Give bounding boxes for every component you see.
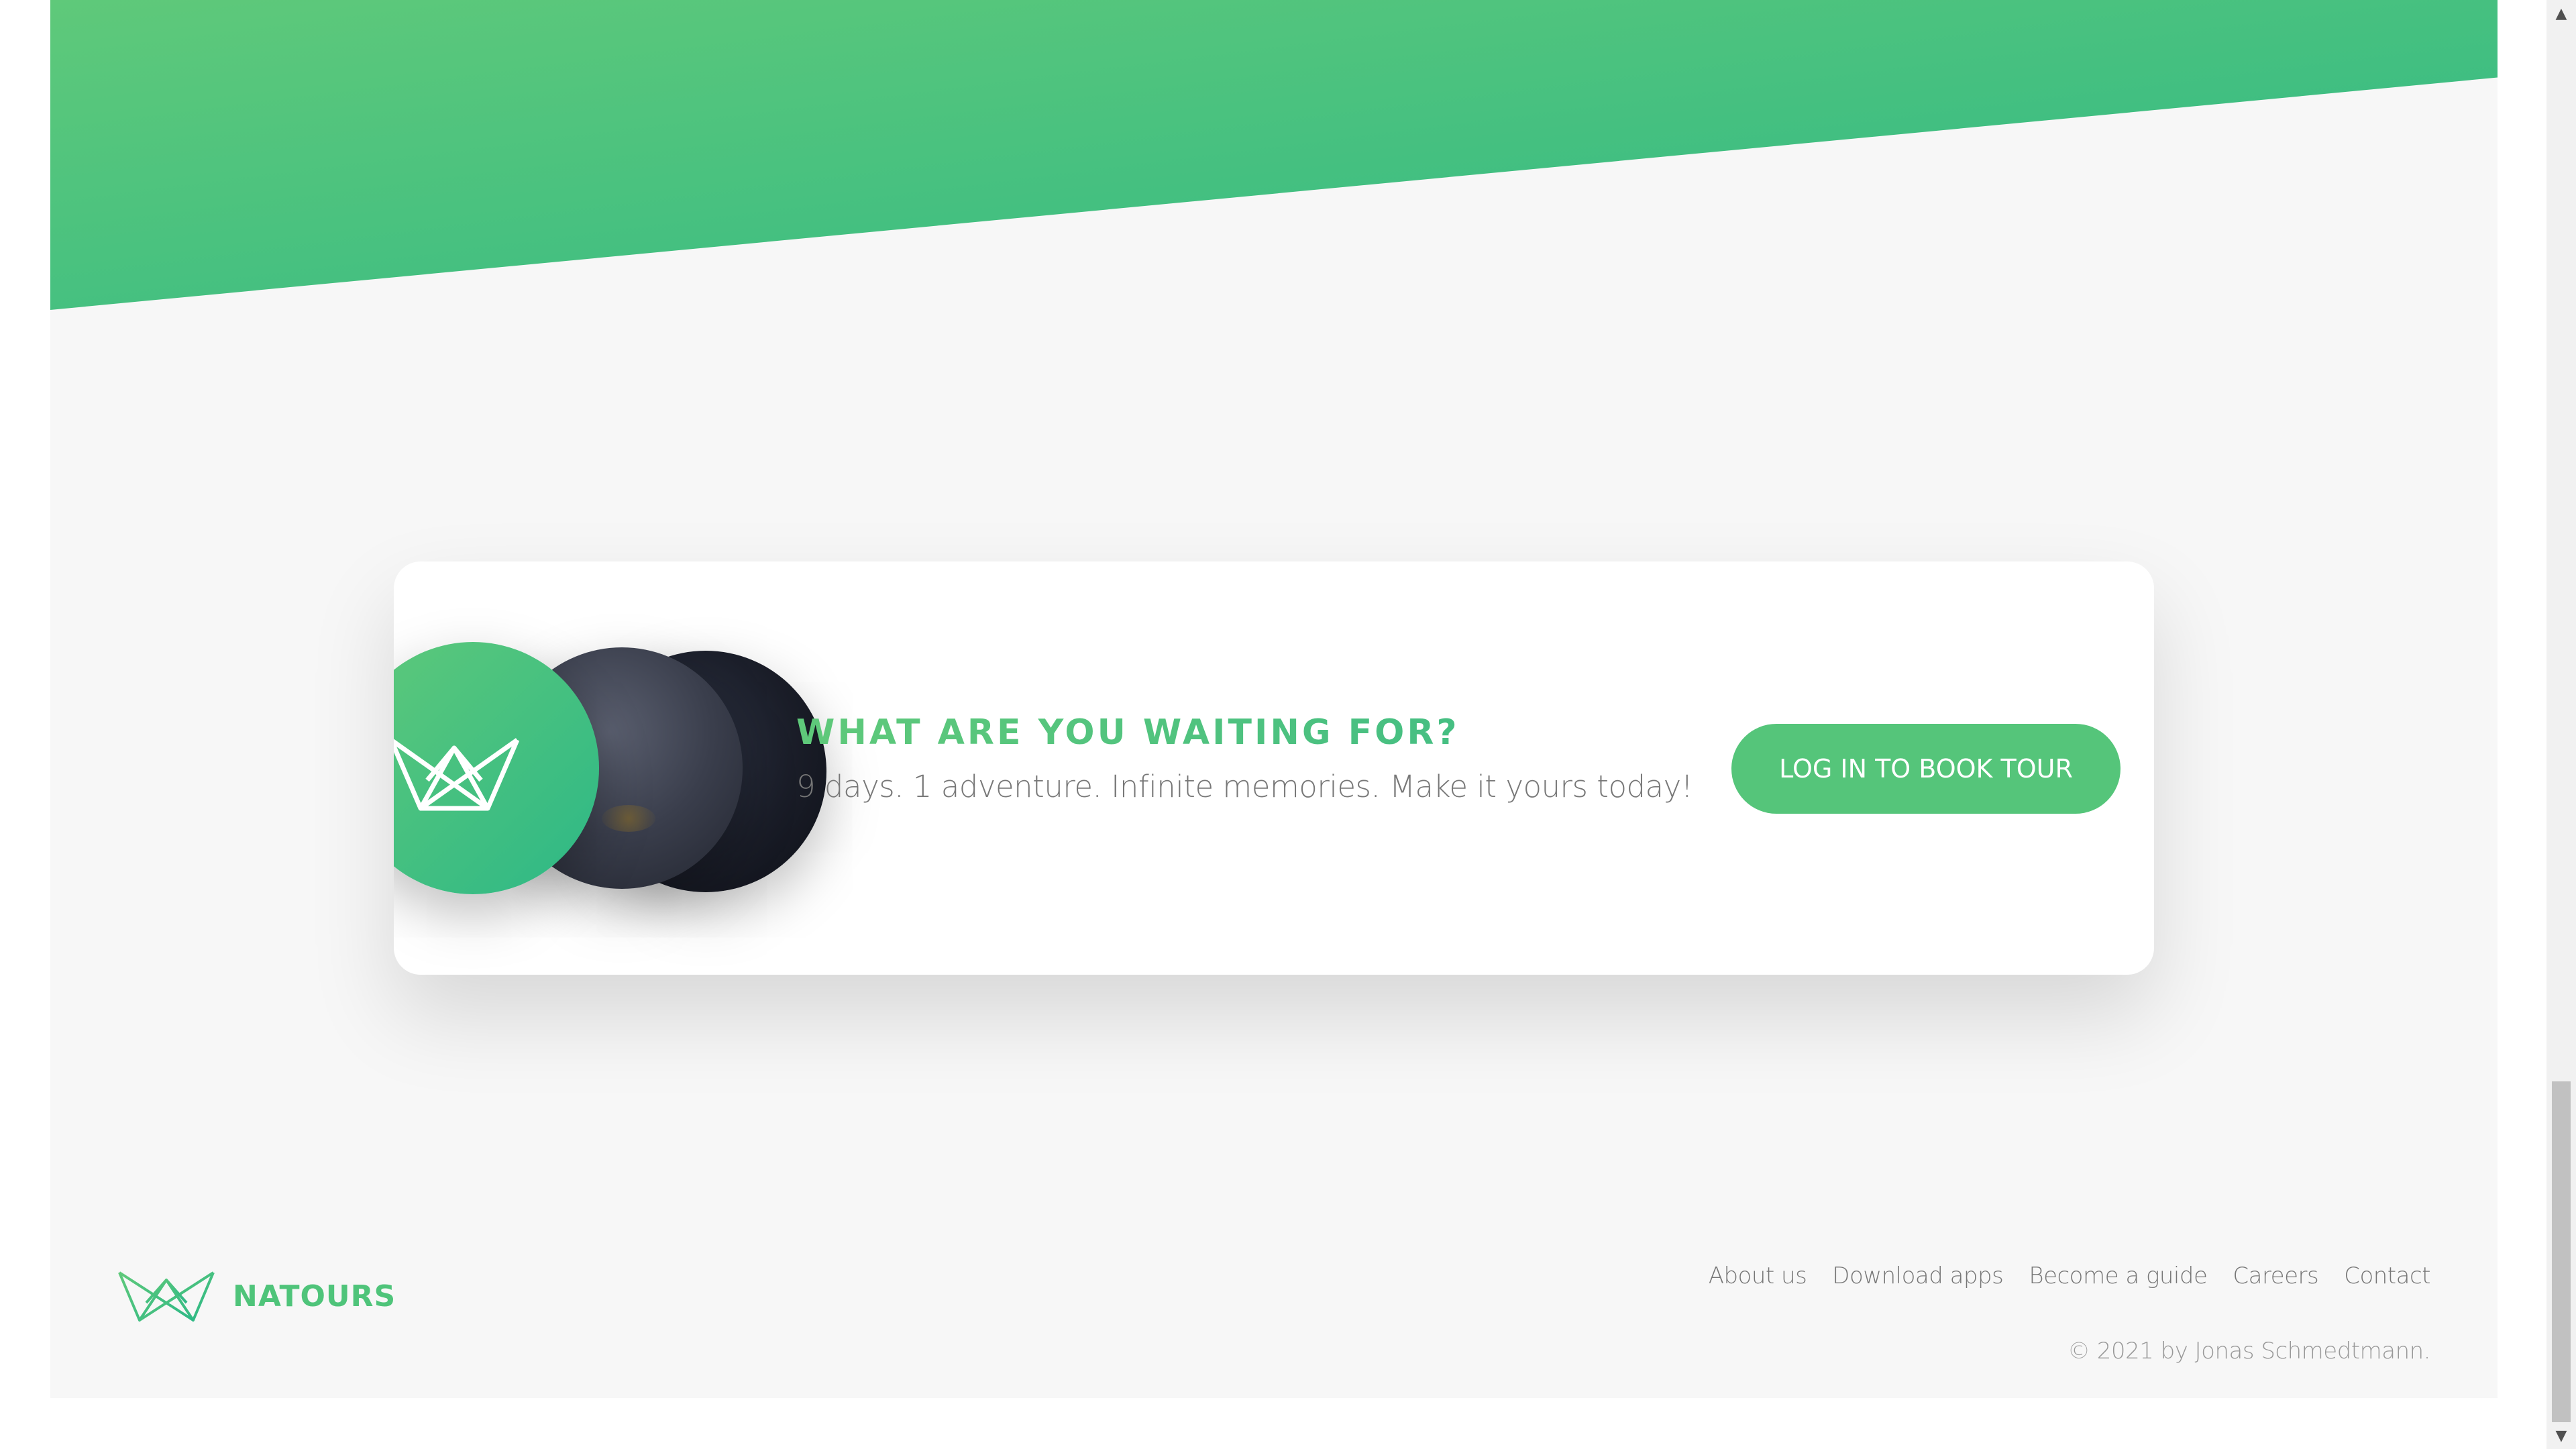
footer-nav-item: Become a guide — [2029, 1263, 2208, 1289]
footer-link-careers[interactable]: Careers — [2233, 1263, 2318, 1289]
cta-content: WHAT ARE YOU WAITING FOR? 9 days. 1 adve… — [796, 712, 1693, 804]
footer-link-about-us[interactable]: About us — [1709, 1263, 1807, 1289]
cta-card: WHAT ARE YOU WAITING FOR? 9 days. 1 adve… — [394, 561, 2154, 975]
scroll-up-arrow-icon[interactable]: ▲ — [2546, 0, 2576, 27]
tour-hero-band — [50, 0, 2498, 310]
footer-link-become-a-guide[interactable]: Become a guide — [2029, 1263, 2208, 1289]
footer-nav-item: Download apps — [1832, 1263, 2004, 1289]
browser-viewport: WHAT ARE YOU WAITING FOR? 9 days. 1 adve… — [0, 0, 2576, 1449]
footer-nav-item: Careers — [2233, 1263, 2318, 1289]
footer-link-contact[interactable]: Contact — [2344, 1263, 2430, 1289]
footer-link-download-apps[interactable]: Download apps — [1832, 1263, 2004, 1289]
footer-logo-text: NATOURS — [233, 1279, 396, 1313]
scrollbar-thumb[interactable] — [2552, 1081, 2571, 1422]
login-to-book-tour-button[interactable]: LOG IN TO BOOK TOUR — [1731, 724, 2121, 814]
footer-nav-item: About us — [1709, 1263, 1807, 1289]
cta-heading: WHAT ARE YOU WAITING FOR? — [796, 712, 1693, 753]
vertical-scrollbar[interactable]: ▲ ▼ — [2546, 0, 2576, 1449]
footer-copyright: © 2021 by Jonas Schmedtmann. — [2067, 1338, 2431, 1364]
footer-logo: NATOURS — [117, 1269, 396, 1323]
natours-crown-logo-icon — [118, 1271, 215, 1322]
page-content: WHAT ARE YOU WAITING FOR? 9 days. 1 adve… — [50, 0, 2498, 1398]
footer: NATOURS About us Download apps Become a … — [50, 1248, 2498, 1398]
scroll-down-arrow-icon[interactable]: ▼ — [2546, 1422, 2576, 1449]
cta-text: 9 days. 1 adventure. Infinite memories. … — [796, 769, 1693, 804]
natours-crown-logo-icon — [394, 738, 520, 811]
footer-nav: About us Download apps Become a guide Ca… — [1709, 1263, 2431, 1289]
footer-nav-item: Contact — [2344, 1263, 2430, 1289]
